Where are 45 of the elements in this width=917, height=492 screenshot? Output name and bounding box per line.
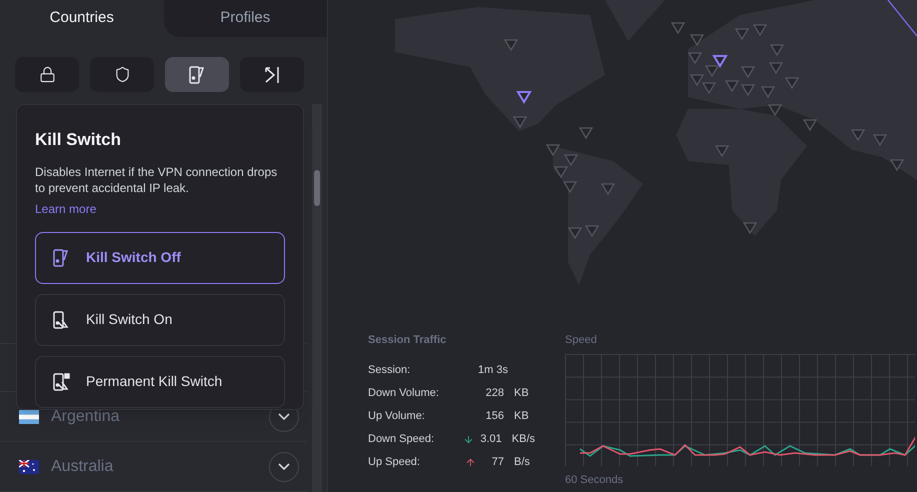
killswitch-button[interactable] xyxy=(165,57,229,92)
stat-label: Down Volume: xyxy=(368,386,440,401)
popover-title: Kill Switch xyxy=(35,129,122,151)
collapse-button[interactable] xyxy=(240,57,304,92)
kill-switch-option[interactable]: Kill Switch On xyxy=(35,294,285,346)
learn-more-link[interactable]: Learn more xyxy=(35,200,96,218)
arrow-up-icon xyxy=(464,456,476,468)
chevron-down-icon xyxy=(278,413,290,420)
shield-icon xyxy=(114,66,130,83)
stat-value: 1m 3s xyxy=(478,362,508,378)
stat-value: 77 xyxy=(490,454,504,470)
popover-description: Disables Internet if the VPN connection drops to prevent accidental IP leak. xyxy=(35,164,278,196)
shield-button[interactable] xyxy=(90,57,154,92)
scrollbar-thumb[interactable] xyxy=(314,170,320,206)
switch-off-icon xyxy=(188,64,206,84)
stat-label: Up Volume: xyxy=(368,408,426,424)
kill-switch-option[interactable]: Kill Switch Off xyxy=(35,232,285,284)
stat-label: Down Speed: xyxy=(368,432,436,447)
country-name: Australia xyxy=(51,456,114,476)
stat-value: 156 xyxy=(484,408,504,424)
stat-value: 228 xyxy=(484,386,504,401)
stat-unit: B/s xyxy=(514,454,530,470)
lock-switch-icon xyxy=(52,372,70,392)
stat-unit: KB/s xyxy=(512,432,535,447)
stat-unit: KB xyxy=(514,386,529,401)
chart-axis-label: 60 Seconds xyxy=(565,472,624,488)
switch-on-icon xyxy=(52,310,70,330)
flag-icon xyxy=(19,410,39,424)
arrow-down-icon xyxy=(462,434,474,444)
stat-label: Session: xyxy=(368,362,412,378)
lock-icon xyxy=(38,66,56,83)
expand-button[interactable] xyxy=(269,452,299,482)
country-name: Argentina xyxy=(51,406,120,426)
kill-switch-option[interactable]: Permanent Kill Switch xyxy=(35,356,285,408)
section-title: Session Traffic xyxy=(368,333,448,348)
stat-label: Up Speed: xyxy=(368,454,421,470)
collapse-icon xyxy=(264,66,280,84)
stat-value: 3.01 xyxy=(479,432,502,447)
switch-off-icon xyxy=(52,248,70,268)
chevron-down-icon xyxy=(278,463,290,470)
stat-unit: KB xyxy=(514,408,529,424)
tab[interactable]: Profiles xyxy=(164,0,327,37)
flag-icon xyxy=(19,460,39,474)
chart-title: Speed xyxy=(565,333,598,348)
lock-button[interactable] xyxy=(15,57,79,92)
